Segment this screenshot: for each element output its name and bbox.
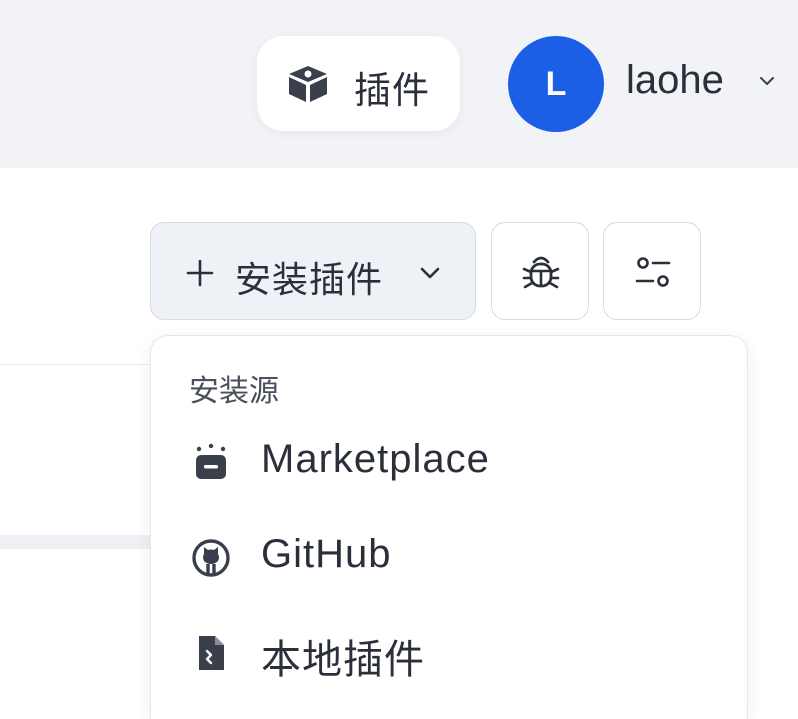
menu-item-local-plugin[interactable]: 本地插件	[151, 609, 747, 699]
bug-icon	[522, 256, 560, 289]
cube-icon	[289, 66, 327, 102]
menu-item-marketplace[interactable]: Marketplace	[151, 419, 747, 509]
chevron-down-icon	[420, 267, 440, 279]
settings-sliders-icon	[635, 257, 671, 287]
marketplace-icon	[196, 443, 226, 479]
plugins-nav-button[interactable]: 插件	[257, 36, 460, 131]
dropdown-section-title: 安装源	[189, 375, 279, 408]
chevron-down-icon[interactable]	[758, 74, 776, 88]
username[interactable]: laohe	[626, 58, 724, 103]
menu-item-label: GitHub	[261, 532, 392, 576]
install-plugin-button[interactable]: 安装插件	[150, 222, 476, 320]
install-plugin-label: 安装插件	[235, 259, 384, 300]
menu-item-label: 本地插件	[261, 638, 425, 682]
plus-icon	[186, 259, 214, 287]
filter-settings-button[interactable]	[603, 222, 701, 320]
plugins-nav-label: 插件	[354, 70, 430, 111]
divider	[0, 364, 150, 365]
local-file-icon	[199, 636, 224, 670]
github-icon	[192, 539, 230, 577]
debug-button[interactable]	[491, 222, 589, 320]
install-source-dropdown: 安装源 Marketplace GitHub 本地插件	[150, 335, 748, 719]
menu-item-github[interactable]: GitHub	[151, 514, 747, 604]
top-bar: 插件 L laohe	[0, 0, 798, 168]
menu-item-label: Marketplace	[261, 437, 490, 481]
avatar[interactable]: L	[508, 36, 604, 132]
background-bar	[0, 535, 150, 549]
